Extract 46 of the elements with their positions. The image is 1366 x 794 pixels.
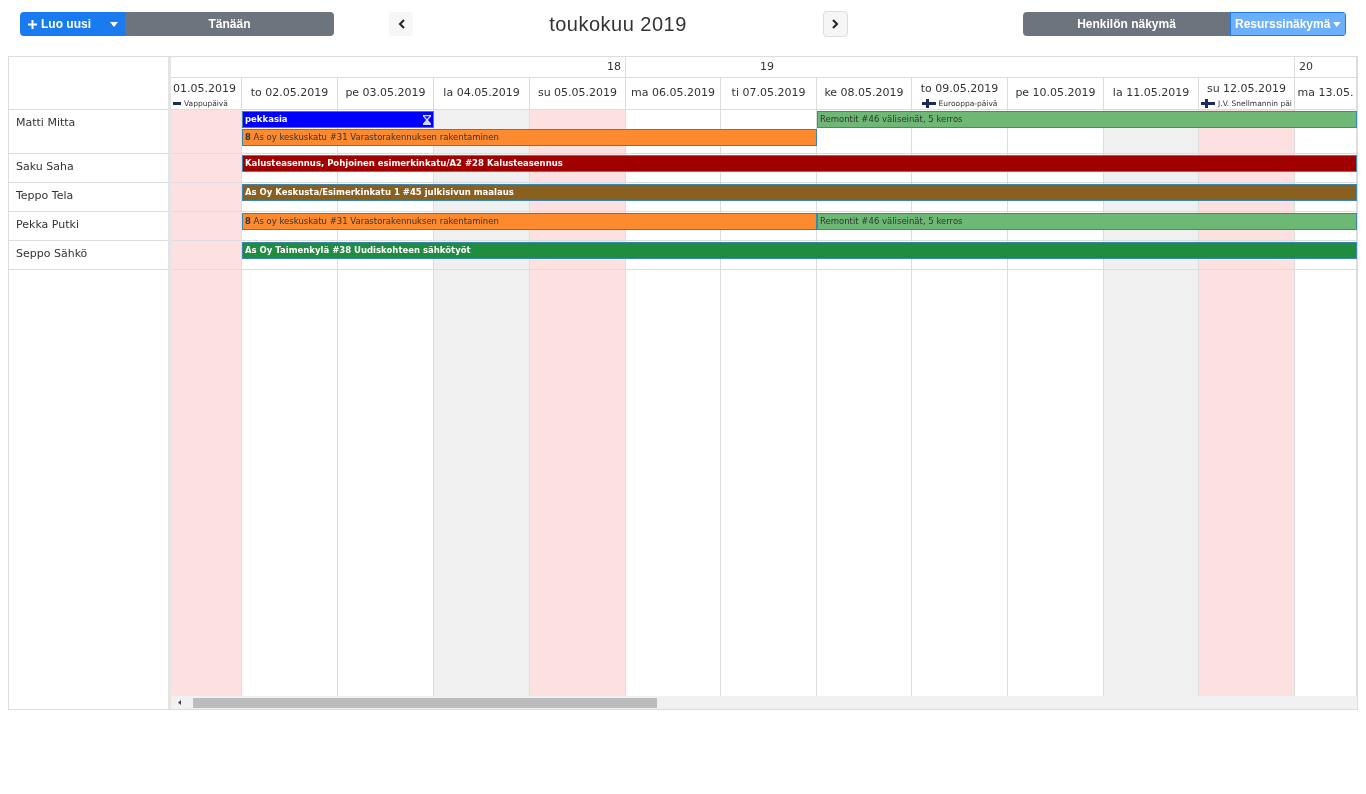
week-number: 20 bbox=[1299, 58, 1313, 75]
resource-name: Pekka Putki bbox=[16, 218, 79, 232]
scrollbar-thumb[interactable] bbox=[193, 697, 657, 708]
event-bar[interactable]: Kalusteasennus, Pohjoinen esimerkinkatu/A2 #28 Kalusteasennus bbox=[242, 155, 1357, 172]
day-header: pe 10.05.2019 bbox=[1015, 85, 1096, 102]
dropdown-toggle[interactable] bbox=[103, 12, 125, 36]
next-button[interactable] bbox=[823, 11, 848, 37]
hourglass-icon bbox=[423, 114, 431, 125]
today-button[interactable]: Tänään bbox=[125, 12, 334, 36]
resource-name: Seppo Sähkö bbox=[16, 247, 88, 261]
day-header: la 11.05.2019 bbox=[1112, 85, 1190, 102]
day-header: 01.05.2019 bbox=[173, 81, 236, 97]
day-header: pe 03.05.2019 bbox=[345, 85, 426, 102]
flag-icon bbox=[921, 98, 936, 108]
week-number: 19 bbox=[760, 58, 774, 75]
chevron-right-icon bbox=[832, 19, 839, 29]
flag-icon bbox=[1201, 98, 1216, 108]
event-bar[interactable]: Remontit #46 väliseinät, 5 kerros bbox=[817, 111, 1357, 128]
horizontal-scrollbar[interactable] bbox=[171, 696, 1357, 709]
dash-icon bbox=[173, 101, 181, 105]
resource-name: Saku Saha bbox=[16, 160, 74, 174]
chevron-left-icon bbox=[397, 19, 405, 29]
event-bar[interactable]: Remontit #46 väliseinät, 5 kerros bbox=[817, 213, 1357, 230]
day-header: su 05.05.2019 bbox=[537, 85, 618, 102]
day-header: ma 06.05.2019 bbox=[631, 85, 715, 102]
day-header: to 09.05.2019 bbox=[920, 81, 999, 97]
event-bar[interactable]: 8 As oy keskuskatu #31 Varastorakennuksen rakentaminen bbox=[242, 213, 817, 230]
event-bar[interactable]: As Oy Keskusta/Esimerkinkatu 1 #45 julkisivun maalaus bbox=[242, 184, 1357, 201]
create-button[interactable]: Luo uusi bbox=[20, 12, 103, 36]
event-bar[interactable]: 8 As oy keskuskatu #31 Varastorakennuksen rakentaminen bbox=[242, 129, 817, 146]
resource-name: Matti Mitta bbox=[16, 116, 76, 130]
previous-button[interactable] bbox=[389, 12, 413, 36]
day-header: la 04.05.2019 bbox=[443, 85, 520, 102]
plus-icon bbox=[28, 19, 37, 29]
calendar-title: toukokuu 2019 bbox=[548, 12, 688, 37]
event-bar[interactable]: pekkasia bbox=[242, 111, 434, 128]
day-header: to 02.05.2019 bbox=[250, 85, 329, 102]
day-header: ti 07.05.2019 bbox=[731, 85, 806, 102]
view-tab[interactable]: Henkilön näkymä bbox=[1023, 12, 1230, 36]
day-header: su 12.05.2019 bbox=[1206, 81, 1287, 97]
resource-name: Teppo Tela bbox=[16, 189, 74, 203]
caret-icon bbox=[110, 21, 118, 27]
event-bar[interactable]: As Oy Taimenkylä #38 Uudiskohteen sähkötyöt bbox=[242, 242, 1357, 259]
day-header: ma 13.05. bbox=[1297, 85, 1354, 102]
day-header: ke 08.05.2019 bbox=[824, 85, 904, 102]
week-number: 18 bbox=[607, 58, 621, 75]
